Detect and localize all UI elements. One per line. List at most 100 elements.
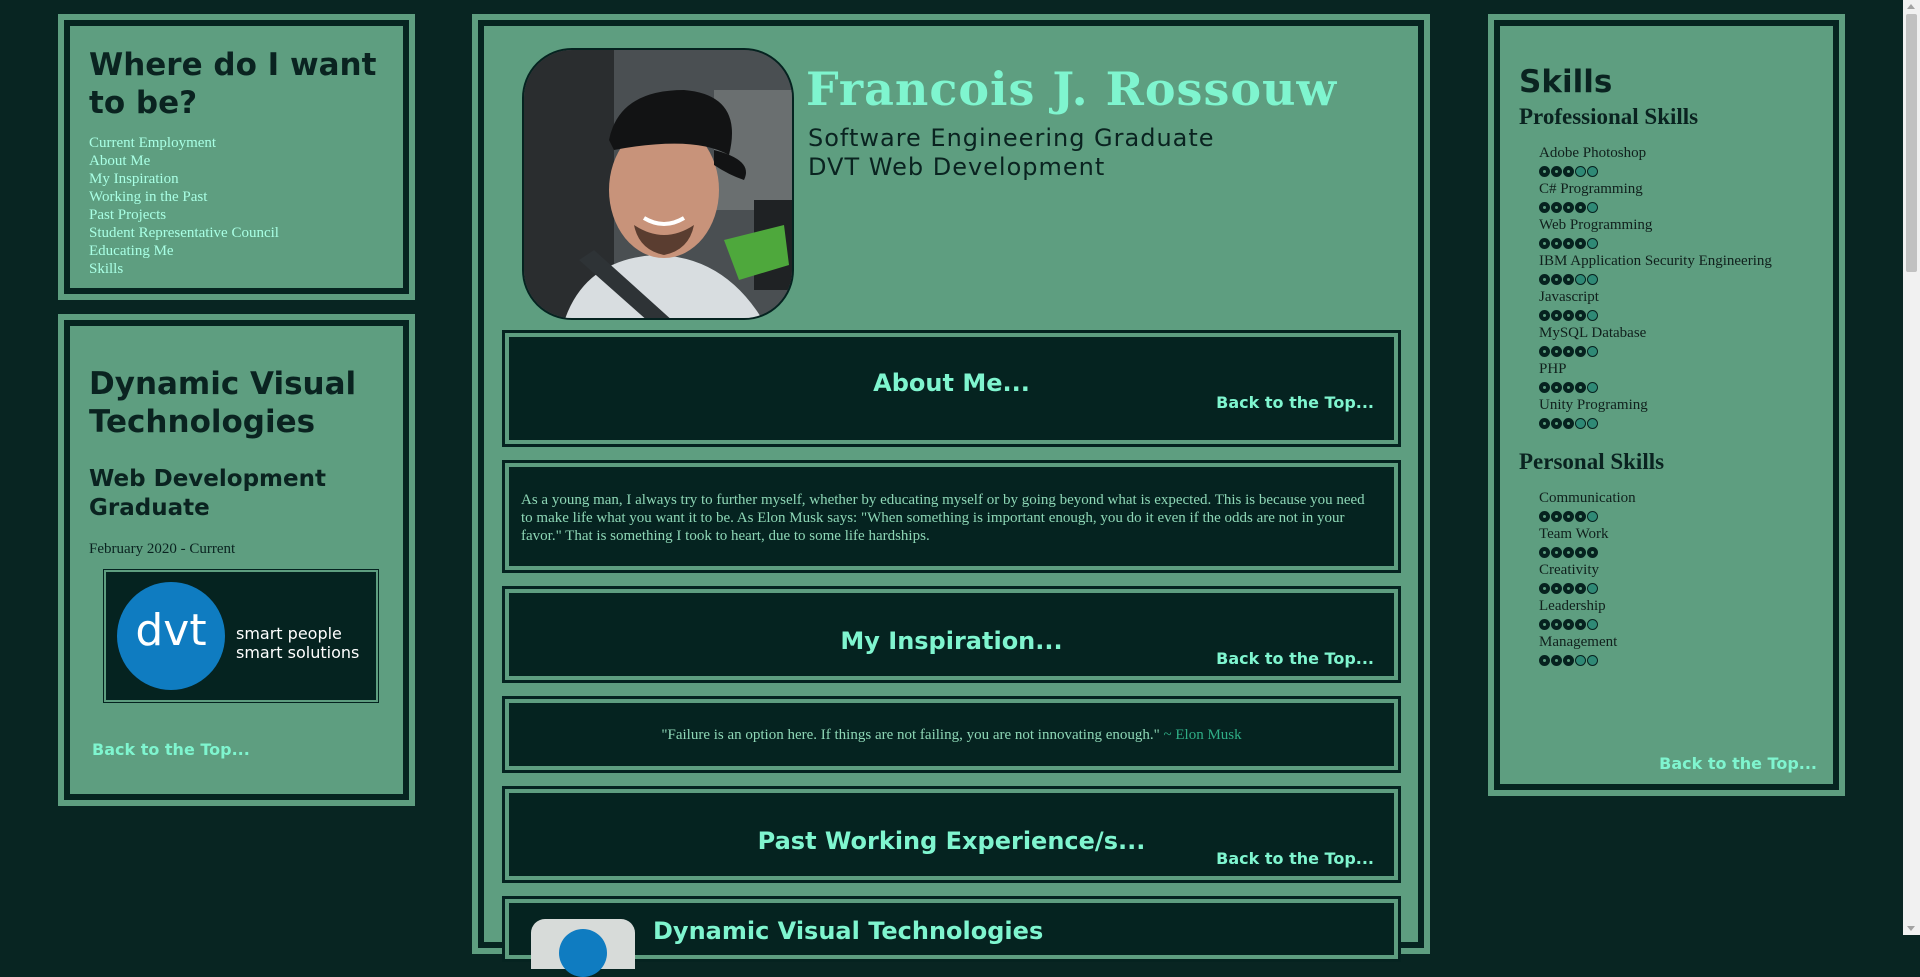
nav-link[interactable]: Skills bbox=[89, 260, 389, 278]
skill-rating bbox=[1539, 379, 1834, 395]
nav-link[interactable]: Student Representative Council bbox=[89, 224, 389, 242]
empty-star-icon bbox=[1587, 618, 1598, 630]
filled-star-icon bbox=[1551, 345, 1562, 357]
filled-star-icon bbox=[1551, 654, 1562, 666]
filled-star-icon bbox=[1563, 510, 1574, 522]
employment-panel: Dynamic Visual Technologies Web Developm… bbox=[58, 314, 415, 806]
filled-star-icon bbox=[1551, 546, 1562, 558]
skill-name: PHP bbox=[1539, 361, 1567, 377]
scroll-down-icon[interactable] bbox=[1907, 926, 1915, 931]
nav-link[interactable]: Educating Me bbox=[89, 242, 389, 260]
skill-name: Javascript bbox=[1539, 289, 1599, 305]
nav-title: Where do I want to be? bbox=[89, 47, 377, 121]
filled-star-icon bbox=[1563, 345, 1574, 357]
skill-rating bbox=[1539, 163, 1834, 179]
page-scrollbar[interactable] bbox=[1903, 0, 1920, 935]
skill-name: Leadership bbox=[1539, 598, 1606, 614]
skill-name: Team Work bbox=[1539, 526, 1609, 542]
dvt-logo: dvt smart people smart solutions bbox=[103, 569, 379, 703]
filled-star-icon bbox=[1539, 654, 1550, 666]
inspiration-header: My Inspiration... Back to the Top... bbox=[502, 586, 1401, 683]
nav-panel: Where do I want to be? Current Employmen… bbox=[58, 14, 415, 300]
back-to-top-link[interactable]: Back to the Top... bbox=[92, 740, 250, 759]
filled-star-icon bbox=[1575, 582, 1586, 594]
filled-star-icon bbox=[1551, 510, 1562, 522]
skills-title: Skills bbox=[1519, 64, 1613, 100]
inspiration-back-to-top[interactable]: Back to the Top... bbox=[1216, 649, 1374, 668]
filled-star-icon bbox=[1575, 201, 1586, 213]
filled-star-icon bbox=[1539, 345, 1550, 357]
filled-star-icon bbox=[1563, 618, 1574, 630]
filled-star-icon bbox=[1539, 309, 1550, 321]
empty-star-icon bbox=[1587, 654, 1598, 666]
skill-rating bbox=[1539, 616, 1834, 632]
filled-star-icon bbox=[1575, 309, 1586, 321]
skill-rating bbox=[1539, 307, 1834, 323]
filled-star-icon bbox=[1575, 546, 1586, 558]
quote-text: "Failure is an option here. If things ar… bbox=[661, 727, 1160, 743]
filled-star-icon bbox=[1563, 381, 1574, 393]
filled-star-icon bbox=[1551, 582, 1562, 594]
scroll-up-icon[interactable] bbox=[1907, 4, 1915, 9]
empty-star-icon bbox=[1587, 345, 1598, 357]
role-title: Web Development Graduate bbox=[89, 466, 326, 521]
filled-star-icon bbox=[1575, 345, 1586, 357]
nav-link[interactable]: Working in the Past bbox=[89, 188, 389, 206]
profile-name: Francois J. Rossouw bbox=[806, 62, 1338, 116]
about-header: About Me... Back to the Top... bbox=[502, 330, 1401, 447]
filled-star-icon bbox=[1563, 309, 1574, 321]
skills-back-to-top[interactable]: Back to the Top... bbox=[1659, 754, 1817, 773]
filled-star-icon bbox=[1551, 237, 1562, 249]
filled-star-icon bbox=[1563, 654, 1574, 666]
skill-rating bbox=[1539, 271, 1834, 287]
empty-star-icon bbox=[1587, 309, 1598, 321]
about-back-to-top[interactable]: Back to the Top... bbox=[1216, 393, 1374, 412]
nav-link[interactable]: Current Employment bbox=[89, 134, 389, 152]
empty-star-icon bbox=[1575, 273, 1586, 285]
skill-rating bbox=[1539, 235, 1834, 251]
filled-star-icon bbox=[1539, 510, 1550, 522]
past-work-back-to-top[interactable]: Back to the Top... bbox=[1216, 849, 1374, 868]
filled-star-icon bbox=[1551, 309, 1562, 321]
personal-skills-title: Personal Skills bbox=[1519, 449, 1665, 474]
skill-rating bbox=[1539, 580, 1834, 596]
empty-star-icon bbox=[1587, 201, 1598, 213]
empty-star-icon bbox=[1575, 417, 1586, 429]
filled-star-icon bbox=[1539, 417, 1550, 429]
empty-star-icon bbox=[1587, 582, 1598, 594]
quote-author: ~ Elon Musk bbox=[1163, 727, 1242, 743]
personal-skills-list: Communication Team Work Creativity Leadersh… bbox=[1539, 489, 1834, 668]
company-name: Dynamic Visual Technologies bbox=[89, 366, 357, 440]
employment-dates: February 2020 - Current bbox=[89, 541, 236, 557]
filled-star-icon bbox=[1539, 165, 1550, 177]
skill-name: Creativity bbox=[1539, 562, 1599, 578]
nav-link[interactable]: About Me bbox=[89, 152, 389, 170]
empty-star-icon bbox=[1575, 165, 1586, 177]
past-company-logo bbox=[531, 919, 635, 977]
filled-star-icon bbox=[1551, 165, 1562, 177]
nav-link[interactable]: My Inspiration bbox=[89, 170, 389, 188]
empty-star-icon bbox=[1587, 237, 1598, 249]
filled-star-icon bbox=[1551, 417, 1562, 429]
about-content: As a young man, I always try to further … bbox=[502, 460, 1401, 573]
filled-star-icon bbox=[1539, 381, 1550, 393]
skill-name: Management bbox=[1539, 634, 1618, 650]
skill-rating bbox=[1539, 544, 1834, 560]
profile-subtitle-1: Software Engineering Graduate bbox=[808, 124, 1215, 152]
empty-star-icon bbox=[1587, 273, 1598, 285]
profile-subtitle-2: DVT Web Development bbox=[808, 153, 1106, 181]
past-company-logo-circle bbox=[559, 929, 607, 977]
empty-star-icon bbox=[1587, 417, 1598, 429]
past-company-name: Dynamic Visual Technologies bbox=[653, 917, 1044, 945]
skill-name: Web Programming bbox=[1539, 217, 1653, 233]
skill-rating bbox=[1539, 199, 1834, 215]
dvt-tagline-2: smart solutions bbox=[236, 643, 360, 662]
nav-link[interactable]: Past Projects bbox=[89, 206, 389, 224]
skill-rating bbox=[1539, 652, 1834, 668]
filled-star-icon bbox=[1563, 201, 1574, 213]
filled-star-icon bbox=[1563, 165, 1574, 177]
dvt-logo-text: dvt bbox=[135, 605, 207, 656]
scrollbar-thumb[interactable] bbox=[1906, 14, 1917, 272]
nav-links: Current Employment About Me My Inspiration… bbox=[89, 134, 389, 278]
filled-star-icon bbox=[1575, 618, 1586, 630]
